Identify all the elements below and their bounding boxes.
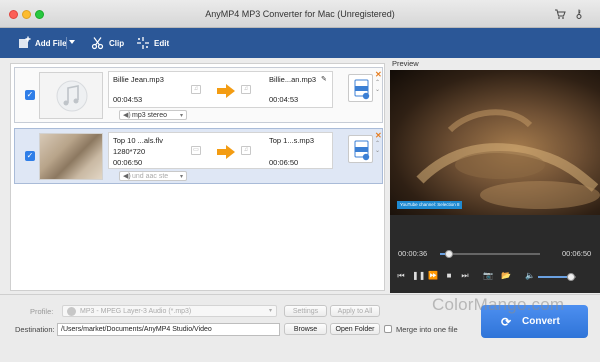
scorpion-image [416, 109, 600, 209]
preview-label: Preview [392, 59, 419, 68]
source-resolution: 1280*720 [113, 147, 146, 156]
audio-track-value: mp3 stereo [132, 112, 168, 119]
volume-icon[interactable]: 🔈 [525, 271, 535, 281]
add-file-icon [17, 36, 31, 50]
rename-pencil-icon[interactable]: ✎ [321, 75, 327, 83]
audio-thumbnail [39, 72, 103, 119]
mp3-settings-icon [354, 140, 370, 161]
output-format-icon: ♫ [241, 146, 251, 155]
convert-refresh-icon: ⟳ [501, 315, 512, 329]
scissors-icon [91, 36, 105, 50]
skip-back-icon[interactable]: ⏮ [396, 271, 406, 281]
output-settings-button[interactable] [348, 135, 373, 163]
apply-to-all-button[interactable]: Apply to All [330, 305, 380, 317]
output-file-name[interactable]: Top 1...s.mp3 [269, 136, 314, 145]
clip-button[interactable]: Clip [91, 28, 124, 58]
remove-file-icon[interactable]: ✕ [375, 131, 382, 140]
destination-input[interactable]: /Users/market/Documents/AnyMP4 Studio/Vi… [57, 323, 280, 336]
title-bar: AnyMP4 MP3 Converter for Mac (Unregister… [0, 0, 600, 28]
add-file-label: Add File [35, 38, 67, 48]
output-format-icon: ♫ [241, 85, 251, 94]
file-detail: Billie Jean.mp3 00:04:53 ♫ ♫ Billie...an… [108, 71, 333, 108]
snapshot-camera-icon[interactable]: 📷 [482, 271, 494, 281]
browse-button[interactable]: Browse [284, 323, 327, 335]
profile-label: Profile: [30, 307, 54, 316]
add-file-dropdown-icon[interactable] [69, 40, 75, 44]
source-file-name: Top 10 ...als.flv [113, 136, 164, 145]
destination-label: Destination: [15, 325, 55, 334]
source-duration: 00:06:50 [113, 158, 143, 167]
convert-arrow-icon [217, 84, 235, 98]
chevron-down-icon: ▾ [179, 174, 183, 180]
playback-progress-bar[interactable] [440, 250, 540, 258]
key-icon[interactable] [573, 8, 585, 20]
file-checkbox[interactable]: ✓ [25, 90, 35, 100]
speaker-icon: ◀) [123, 112, 131, 119]
mp3-settings-icon [354, 79, 370, 100]
volume-fill [538, 276, 572, 278]
preview-video: YouTube channel: Selection 8 [390, 70, 600, 215]
settings-button[interactable]: Settings [284, 305, 327, 317]
profile-format-icon [67, 307, 76, 316]
file-row[interactable]: ✓ Billie Jean.mp3 00:04:53 ♫ ♫ Billie...… [14, 67, 383, 123]
chevron-down-icon: ▾ [179, 113, 183, 119]
edit-label: Edit [154, 38, 170, 48]
convert-arrow-icon [217, 145, 235, 159]
cart-icon[interactable] [554, 8, 566, 20]
source-duration: 00:04:53 [113, 95, 143, 104]
source-format-icon: ♫ [191, 85, 201, 94]
convert-label: Convert [522, 316, 560, 327]
toolbar-divider [66, 37, 67, 49]
current-time: 00:00:36 [398, 249, 428, 258]
source-file-name: Billie Jean.mp3 [113, 75, 164, 84]
add-file-button[interactable]: Add File [17, 28, 67, 58]
open-folder-icon[interactable]: 📂 [500, 271, 512, 281]
speaker-icon: ◀) [123, 173, 131, 180]
open-folder-button[interactable]: Open Folder [330, 323, 380, 335]
output-settings-button[interactable] [348, 74, 373, 102]
audio-track-dropdown[interactable]: ◀) und aac ste ▾ [119, 171, 187, 181]
clip-label: Clip [109, 38, 125, 48]
colormango-watermark: ColorMango.com [432, 295, 565, 314]
video-channel-tag: YouTube channel: Selection 8 [397, 201, 463, 209]
reorder-arrows-icon[interactable]: ⌃ ⌄ [375, 141, 380, 155]
pause-icon[interactable]: ❚❚ [412, 271, 425, 281]
file-row[interactable]: ✓ Top 10 ...als.flv 1280*720 00:06:50 ▭ … [14, 128, 383, 184]
total-time: 00:06:50 [562, 249, 592, 258]
merge-checkbox[interactable] [384, 325, 392, 333]
main-toolbar: Add File Clip Edit [0, 28, 600, 58]
file-detail: Top 10 ...als.flv 1280*720 00:06:50 ▭ ♫ … [108, 132, 333, 169]
chevron-down-icon: ▾ [268, 308, 272, 314]
file-checkbox[interactable]: ✓ [25, 151, 35, 161]
fast-forward-icon[interactable]: ⏩ [428, 271, 438, 281]
edit-button[interactable]: Edit [136, 28, 169, 58]
audio-track-value: und aac ste [132, 173, 169, 180]
audio-track-dropdown[interactable]: ◀) mp3 stereo ▾ [119, 110, 187, 120]
video-thumbnail [39, 133, 103, 180]
reorder-arrows-icon[interactable]: ⌃ ⌄ [375, 80, 380, 94]
output-file-name[interactable]: Billie...an.mp3 [269, 75, 316, 84]
profile-value: MP3 - MPEG Layer-3 Audio (*.mp3) [80, 308, 192, 315]
playback-progress-handle[interactable] [444, 250, 453, 258]
sparkle-edit-icon [136, 36, 150, 50]
window-title: AnyMP4 MP3 Converter for Mac (Unregister… [205, 9, 395, 19]
volume-slider[interactable] [538, 273, 576, 281]
app-window: AnyMP4 MP3 Converter for Mac (Unregister… [0, 0, 600, 362]
output-settings-panel: Profile: MP3 - MPEG Layer-3 Audio (*.mp3… [0, 294, 600, 362]
remove-file-icon[interactable]: ✕ [375, 70, 382, 79]
source-format-icon: ▭ [191, 146, 201, 155]
stop-icon[interactable]: ■ [444, 271, 454, 281]
profile-select[interactable]: MP3 - MPEG Layer-3 Audio (*.mp3) ▾ [62, 305, 277, 317]
output-duration: 00:06:50 [269, 158, 299, 167]
output-duration: 00:04:53 [269, 95, 299, 104]
file-list: ✓ Billie Jean.mp3 00:04:53 ♫ ♫ Billie...… [10, 63, 385, 291]
skip-forward-icon[interactable]: ⏭ [460, 271, 470, 281]
merge-label: Merge into one file [396, 325, 458, 334]
